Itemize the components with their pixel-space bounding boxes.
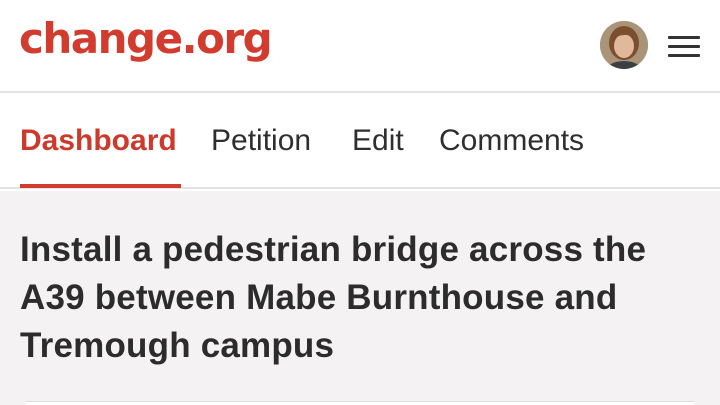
- change-org-logo[interactable]: change.org: [19, 18, 273, 60]
- tab-petition[interactable]: Petition: [211, 123, 311, 159]
- top-header: change.org: [0, 0, 720, 93]
- tab-comments[interactable]: Comments: [439, 123, 584, 159]
- petition-tabs: Dashboard Petition Edit Comments: [0, 95, 720, 189]
- menu-bar: [668, 36, 700, 39]
- menu-bar: [668, 45, 700, 48]
- petition-title: Install a pedestrian bridge across the A…: [20, 230, 647, 365]
- avatar-photo: [600, 21, 648, 69]
- tab-edit[interactable]: Edit: [352, 123, 404, 159]
- content-card: [26, 401, 694, 405]
- user-avatar[interactable]: [600, 21, 648, 69]
- tab-dashboard[interactable]: Dashboard: [20, 123, 177, 159]
- hamburger-menu-icon[interactable]: [664, 32, 704, 60]
- dashboard-content: Install a pedestrian bridge across the A…: [0, 191, 720, 405]
- active-tab-indicator: [20, 184, 181, 188]
- menu-bar: [668, 54, 700, 57]
